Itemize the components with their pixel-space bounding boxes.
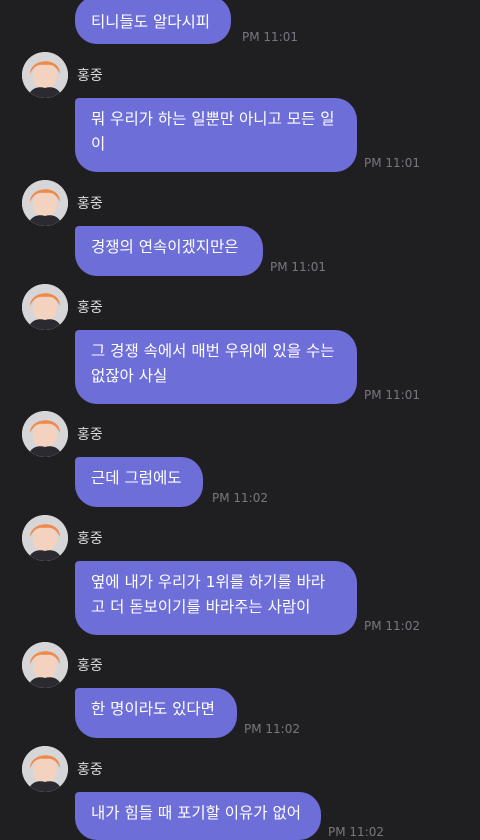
message-time: PM 11:02 — [328, 825, 384, 839]
avatar[interactable] — [22, 515, 68, 561]
message-time: PM 11:02 — [212, 491, 268, 505]
chat-message-list[interactable]: 티니들도 알다시피 PM 11:01 홍중 뭐 우리가 하는 일뿐만 아니고 모… — [0, 0, 480, 840]
message-time: PM 11:01 — [364, 388, 420, 402]
message-time: PM 11:02 — [364, 619, 420, 633]
message-bubble[interactable]: 뭐 우리가 하는 일뿐만 아니고 모든 일 이 — [75, 98, 357, 172]
message-time: PM 11:01 — [270, 260, 326, 274]
sender-name: 홍중 — [77, 427, 103, 443]
avatar-photo-icon — [22, 515, 68, 561]
avatar[interactable] — [22, 284, 68, 330]
sender-name: 홍중 — [77, 762, 103, 778]
avatar[interactable] — [22, 180, 68, 226]
avatar[interactable] — [22, 746, 68, 792]
avatar-photo-icon — [22, 411, 68, 457]
message-text-line: 옆에 내가 우리가 1위를 하기를 바라 — [91, 573, 326, 591]
message-text-line: 내가 힘들 때 포기할 이유가 없어 — [91, 804, 302, 822]
avatar-photo-icon — [22, 284, 68, 330]
sender-name: 홍중 — [77, 658, 103, 674]
message-bubble[interactable]: 그 경쟁 속에서 매번 우위에 있을 수는 없잖아 사실 — [75, 330, 357, 404]
message-bubble[interactable]: 경쟁의 연속이겠지만은 — [75, 226, 263, 276]
sender-name: 홍중 — [77, 531, 103, 547]
message-bubble[interactable]: 내가 힘들 때 포기할 이유가 없어 — [75, 792, 321, 840]
message-text-line: 뭐 우리가 하는 일뿐만 아니고 모든 일 — [91, 110, 335, 128]
message-time: PM 11:01 — [242, 30, 298, 44]
message-bubble[interactable]: 근데 그럼에도 — [75, 457, 203, 507]
message-time: PM 11:01 — [364, 156, 420, 170]
message-text-line: 티니들도 알다시피 — [91, 13, 211, 31]
avatar[interactable] — [22, 642, 68, 688]
message-text-line: 이 — [91, 135, 106, 153]
message-bubble[interactable]: 옆에 내가 우리가 1위를 하기를 바라 고 더 돋보이기를 바라주는 사람이 — [75, 561, 357, 635]
avatar-photo-icon — [22, 180, 68, 226]
sender-name: 홍중 — [77, 196, 103, 212]
message-bubble[interactable]: 한 명이라도 있다면 — [75, 688, 237, 738]
message-bubble[interactable]: 티니들도 알다시피 — [75, 0, 231, 44]
message-text-line: 근데 그럼에도 — [91, 469, 182, 487]
avatar-photo-icon — [22, 642, 68, 688]
message-text-line: 한 명이라도 있다면 — [91, 700, 215, 718]
message-text-line: 고 더 돋보이기를 바라주는 사람이 — [91, 598, 311, 616]
message-text-line: 경쟁의 연속이겠지만은 — [91, 238, 239, 256]
sender-name: 홍중 — [77, 300, 103, 316]
avatar[interactable] — [22, 52, 68, 98]
avatar-photo-icon — [22, 52, 68, 98]
sender-name: 홍중 — [77, 68, 103, 84]
message-text-line: 그 경쟁 속에서 매번 우위에 있을 수는 — [91, 342, 335, 360]
avatar[interactable] — [22, 411, 68, 457]
message-text-line: 없잖아 사실 — [91, 367, 168, 385]
message-time: PM 11:02 — [244, 722, 300, 736]
avatar-photo-icon — [22, 746, 68, 792]
